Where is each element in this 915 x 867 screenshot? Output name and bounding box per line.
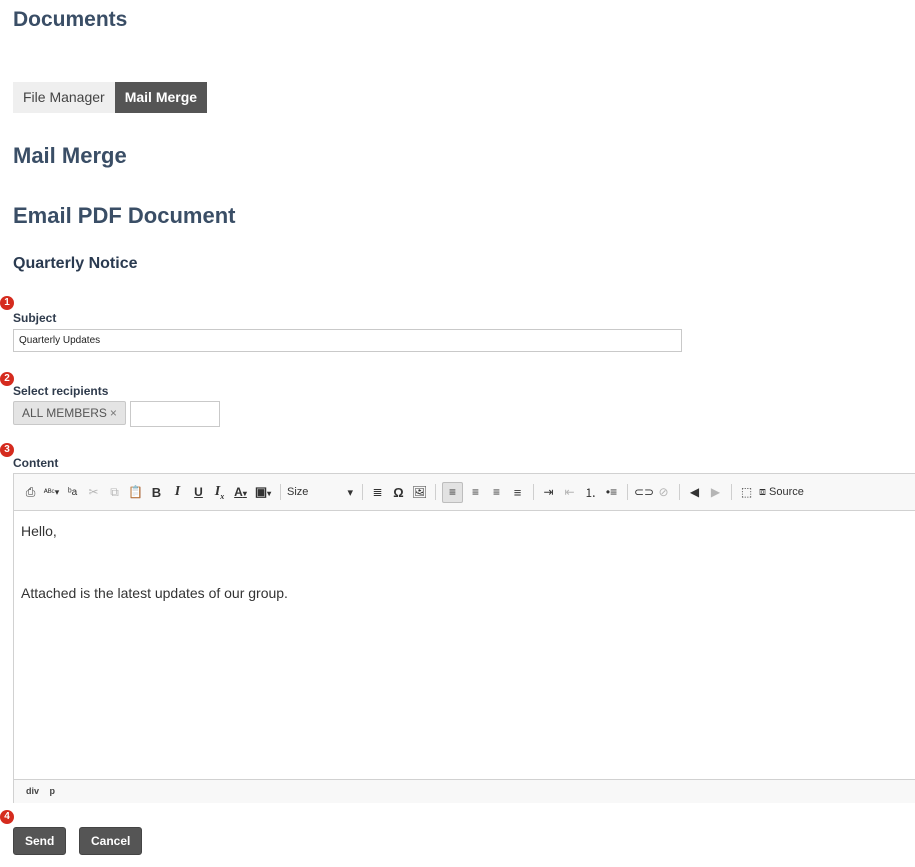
chevron-down-icon: ▾ bbox=[347, 486, 353, 499]
section-title: Mail Merge bbox=[13, 143, 127, 168]
recipients-input[interactable] bbox=[130, 401, 220, 427]
bold-icon[interactable]: B bbox=[148, 485, 165, 500]
step-marker-4: 4 bbox=[0, 810, 14, 824]
document-name: Quarterly Notice bbox=[13, 255, 138, 272]
document-tabs: File Manager Mail Merge bbox=[13, 82, 208, 113]
toolbar-separator bbox=[435, 484, 436, 500]
path-item-div[interactable]: div bbox=[26, 786, 39, 796]
source-icon: ⧈ bbox=[759, 485, 766, 498]
editor-content[interactable]: Hello, Attached is the latest updates of… bbox=[14, 511, 915, 779]
underline-icon[interactable]: U bbox=[190, 485, 207, 499]
copy-icon[interactable]: ⧉ bbox=[106, 485, 123, 500]
step-marker-2: 2 bbox=[0, 372, 14, 386]
send-button[interactable]: Send bbox=[13, 827, 67, 855]
align-right-icon[interactable]: ≡ bbox=[488, 485, 505, 499]
toolbar-separator bbox=[627, 484, 628, 500]
toolbar-separator bbox=[731, 484, 732, 500]
font-size-label: Size bbox=[287, 485, 309, 498]
redo-icon[interactable]: ▶ bbox=[707, 485, 724, 499]
source-button[interactable]: ⧈ Source bbox=[759, 486, 804, 499]
numbered-list-icon[interactable]: ⒈ bbox=[582, 484, 599, 501]
maximize-icon[interactable]: ⬚ bbox=[738, 485, 755, 499]
toolbar-separator bbox=[533, 484, 534, 500]
image-icon[interactable]: 🖼 bbox=[411, 485, 428, 499]
recipient-chip-label: ALL MEMBERS bbox=[22, 406, 107, 420]
tab-mail-merge[interactable]: Mail Merge bbox=[114, 82, 208, 113]
toolbar-separator bbox=[362, 484, 363, 500]
tab-file-manager[interactable]: File Manager bbox=[13, 82, 115, 113]
form-title: Email PDF Document bbox=[13, 203, 236, 228]
bulleted-list-icon[interactable]: •≡ bbox=[603, 485, 620, 499]
editor-toolbar: ⎙ ᴬᴮᶜ▾ ᵇa ✂ ⧉ 📋 B I U Ix A▾ ▣▾ Size ▾ ≣ Ω… bbox=[14, 474, 915, 511]
outdent-icon[interactable]: ⇤ bbox=[561, 485, 578, 499]
background-color-icon[interactable]: ▣▾ bbox=[253, 484, 273, 500]
path-item-p[interactable]: p bbox=[50, 786, 56, 796]
align-left-icon[interactable]: ≡ bbox=[442, 481, 463, 503]
justify-icon[interactable]: ≡ bbox=[509, 485, 526, 500]
special-char-icon[interactable]: Ω bbox=[390, 485, 407, 500]
content-line: Attached is the latest updates of our gr… bbox=[21, 585, 288, 601]
remove-chip-icon[interactable]: × bbox=[110, 406, 117, 420]
step-marker-1: 1 bbox=[0, 296, 14, 310]
text-color-icon[interactable]: A▾ bbox=[232, 485, 249, 499]
remove-format-icon[interactable]: Ix bbox=[211, 484, 228, 501]
spellcheck-icon[interactable]: ᴬᴮᶜ▾ bbox=[43, 487, 60, 498]
source-label: Source bbox=[769, 486, 804, 498]
editor-path-bar: div p bbox=[14, 779, 915, 803]
link-icon[interactable]: ⊂⊃ bbox=[634, 485, 654, 499]
rich-text-editor: ⎙ ᴬᴮᶜ▾ ᵇa ✂ ⧉ 📋 B I U Ix A▾ ▣▾ Size ▾ ≣ Ω… bbox=[13, 473, 915, 803]
cancel-button[interactable]: Cancel bbox=[79, 827, 143, 855]
step-marker-3: 3 bbox=[0, 443, 14, 457]
indent-icon[interactable]: ⇥ bbox=[540, 485, 557, 499]
replace-icon[interactable]: ᵇa bbox=[64, 487, 81, 498]
toolbar-separator bbox=[280, 484, 281, 500]
toolbar-separator bbox=[679, 484, 680, 500]
content-line: Hello, bbox=[21, 523, 57, 539]
recipients-label: Select recipients bbox=[13, 384, 109, 398]
print-icon[interactable]: ⎙ bbox=[22, 485, 39, 500]
paste-icon[interactable]: 📋 bbox=[127, 485, 144, 499]
undo-icon[interactable]: ◀ bbox=[686, 485, 703, 499]
italic-icon[interactable]: I bbox=[169, 484, 186, 500]
unlink-icon[interactable]: ⊘ bbox=[655, 485, 672, 499]
recipient-chip[interactable]: ALL MEMBERS × bbox=[13, 401, 126, 425]
align-center-icon[interactable]: ≡ bbox=[467, 485, 484, 499]
font-size-select[interactable]: Size ▾ bbox=[287, 486, 353, 499]
subject-label: Subject bbox=[13, 311, 57, 325]
page-title: Documents bbox=[13, 8, 128, 31]
content-label: Content bbox=[13, 456, 59, 470]
cut-icon[interactable]: ✂ bbox=[85, 485, 102, 499]
horizontal-rule-icon[interactable]: ≣ bbox=[369, 485, 386, 499]
subject-input[interactable] bbox=[13, 329, 682, 352]
